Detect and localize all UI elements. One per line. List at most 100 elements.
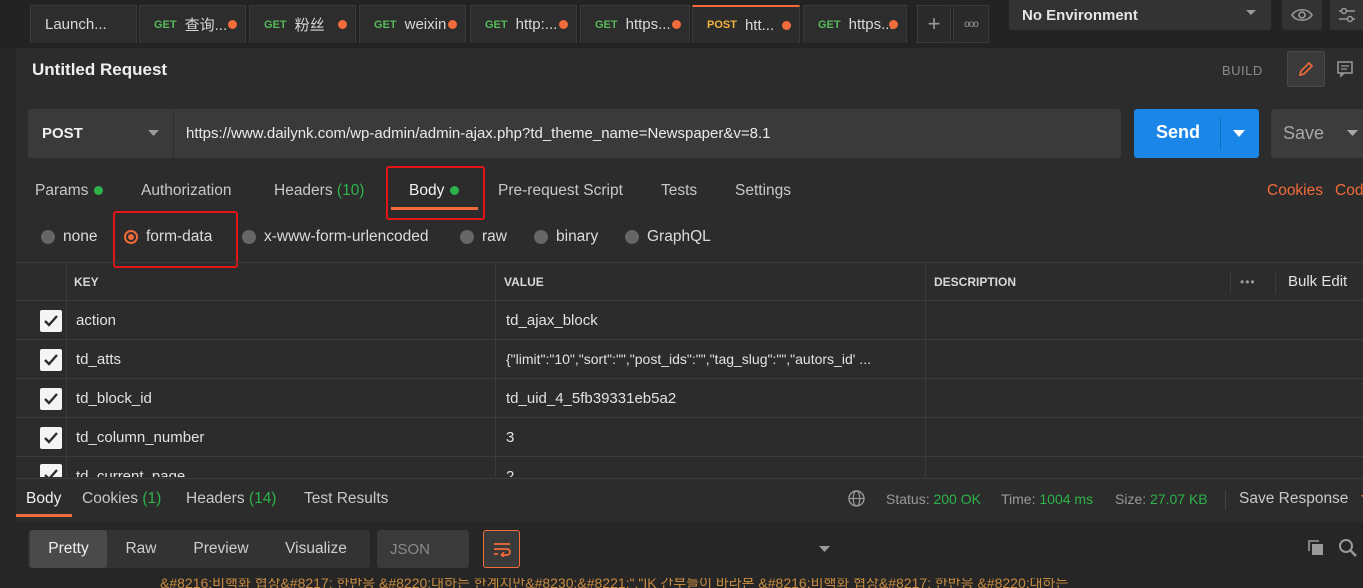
response-body[interactable]: &#8216;비핵화 협상&#8217; 한반응 &#8220;대하는 한계지만… bbox=[0, 578, 1363, 588]
response-tab-cookies[interactable]: Cookies (1) bbox=[82, 490, 161, 508]
radio-graphql[interactable]: GraphQL bbox=[625, 228, 711, 246]
tab-request[interactable]: GET 查询... bbox=[139, 5, 246, 43]
wrap-lines-button[interactable] bbox=[483, 530, 520, 568]
table-row: action td_ajax_block bbox=[16, 301, 1363, 340]
tab-tests[interactable]: Tests bbox=[661, 182, 697, 200]
more-horizontal-icon: ooo bbox=[964, 18, 979, 30]
send-button[interactable]: Send bbox=[1134, 109, 1259, 158]
radio-none[interactable]: none bbox=[41, 228, 97, 246]
radio-raw[interactable]: raw bbox=[460, 228, 507, 246]
new-tab-button[interactable]: + bbox=[917, 5, 951, 43]
tab-launchpad[interactable]: Launch... bbox=[30, 5, 137, 43]
tab-headers[interactable]: Headers (10) bbox=[274, 182, 364, 200]
format-tab-visualize[interactable]: Visualize bbox=[272, 530, 360, 568]
key-cell[interactable]: td_block_id bbox=[68, 379, 496, 417]
tab-request[interactable]: GET weixin bbox=[359, 5, 466, 43]
tab-label: https... bbox=[848, 16, 894, 33]
row-checkbox[interactable] bbox=[40, 464, 62, 477]
radio-binary[interactable]: binary bbox=[534, 228, 598, 246]
row-checkbox[interactable] bbox=[40, 310, 62, 332]
response-body-text: &#8216;비핵화 협상&#8217; 한반응 &#8220;대하는 한계지만… bbox=[160, 578, 1069, 588]
form-data-table: KEY VALUE DESCRIPTION ••• Bulk Edit acti… bbox=[16, 262, 1363, 477]
row-checkbox[interactable] bbox=[40, 427, 62, 449]
copy-icon[interactable] bbox=[1307, 539, 1325, 557]
radio-x-www-form-urlencoded[interactable]: x-www-form-urlencoded bbox=[242, 228, 429, 246]
bulk-edit-link[interactable]: Bulk Edit bbox=[1280, 263, 1363, 300]
active-tab-underline bbox=[16, 514, 72, 517]
tab-settings[interactable]: Settings bbox=[735, 182, 791, 200]
tab-method: GET bbox=[485, 18, 508, 31]
edit-button[interactable] bbox=[1287, 51, 1325, 87]
response-tab-test-results[interactable]: Test Results bbox=[304, 490, 388, 508]
value-cell[interactable]: 3 bbox=[498, 418, 926, 456]
comments-button[interactable] bbox=[1327, 51, 1363, 87]
key-cell[interactable]: td_current_page bbox=[68, 457, 496, 478]
check-icon bbox=[44, 469, 58, 477]
tab-request[interactable]: GET https... bbox=[580, 5, 690, 43]
row-checkbox[interactable] bbox=[40, 388, 62, 410]
tab-request[interactable]: GET https... bbox=[803, 5, 907, 43]
tab-options-button[interactable]: ooo bbox=[953, 5, 989, 43]
tab-request[interactable]: GET http:... bbox=[470, 5, 577, 43]
radio-circle bbox=[534, 230, 548, 244]
url-input[interactable]: https://www.dailynk.com/wp-admin/admin-a… bbox=[174, 109, 1121, 158]
unsaved-dot bbox=[228, 20, 237, 29]
format-tab-pretty[interactable]: Pretty bbox=[30, 530, 107, 568]
status-readout: Status: 200 OK bbox=[886, 491, 981, 507]
highlight-box bbox=[113, 211, 238, 268]
tab-label: Headers bbox=[186, 490, 245, 507]
code-link[interactable]: Code bbox=[1335, 182, 1363, 200]
key-cell[interactable]: action bbox=[68, 301, 496, 339]
cookies-link[interactable]: Cookies bbox=[1267, 182, 1323, 200]
more-horizontal-icon[interactable]: ••• bbox=[1232, 263, 1272, 300]
eye-icon bbox=[1291, 8, 1313, 22]
tab-label: http:... bbox=[515, 16, 558, 33]
response-tab-headers[interactable]: Headers (14) bbox=[186, 490, 276, 508]
key-cell[interactable]: td_column_number bbox=[68, 418, 496, 456]
value-cell[interactable]: td_ajax_block bbox=[498, 301, 926, 339]
value-cell[interactable]: td_uid_4_5fb39331eb5a2 bbox=[498, 379, 926, 417]
tab-request-active[interactable]: POST htt... bbox=[692, 5, 800, 43]
value-cell[interactable]: {"limit":"10","sort":"","post_ids":"","t… bbox=[498, 340, 926, 378]
column-divider bbox=[66, 262, 67, 477]
plus-icon: + bbox=[927, 11, 941, 36]
row-checkbox[interactable] bbox=[40, 349, 62, 371]
search-icon[interactable] bbox=[1338, 538, 1358, 558]
request-tab-bar: Launch... GET 查询... GET 粉丝 GET weixin GE… bbox=[0, 0, 1363, 48]
save-response-button[interactable]: Save Response bbox=[1239, 490, 1363, 508]
save-response-label: Save Response bbox=[1239, 490, 1349, 507]
table-header-row: KEY VALUE DESCRIPTION ••• Bulk Edit bbox=[16, 262, 1363, 301]
tab-method: GET bbox=[264, 18, 287, 31]
tab-params[interactable]: Params bbox=[35, 182, 104, 200]
size-label: Size: bbox=[1115, 491, 1147, 507]
comment-icon bbox=[1337, 61, 1353, 78]
environment-select[interactable]: No Environment bbox=[1009, 0, 1271, 30]
divider bbox=[1275, 271, 1276, 294]
chevron-down-icon[interactable] bbox=[1233, 130, 1245, 138]
manage-environments-button[interactable] bbox=[1330, 0, 1363, 30]
unsaved-dot bbox=[448, 20, 457, 29]
format-tab-preview[interactable]: Preview bbox=[180, 530, 262, 568]
tab-label: https... bbox=[625, 16, 671, 33]
tab-label: 粉丝 bbox=[294, 17, 325, 34]
radio-circle bbox=[41, 230, 55, 244]
method-select[interactable]: POST bbox=[28, 109, 173, 158]
tab-prerequest-script[interactable]: Pre-request Script bbox=[498, 182, 623, 200]
key-cell[interactable]: td_atts bbox=[68, 340, 496, 378]
environment-quick-look-button[interactable] bbox=[1282, 0, 1322, 30]
tab-label: Cookies bbox=[82, 490, 138, 507]
chevron-down-icon[interactable] bbox=[1347, 130, 1358, 137]
tab-authorization[interactable]: Authorization bbox=[141, 182, 231, 200]
language-select[interactable]: JSON bbox=[377, 530, 830, 568]
response-tab-body[interactable]: Body bbox=[26, 490, 61, 508]
globe-icon[interactable] bbox=[847, 489, 866, 508]
unsaved-dot bbox=[559, 20, 568, 29]
tab-request[interactable]: GET 粉丝 bbox=[249, 5, 356, 43]
value-cell[interactable]: 2 bbox=[498, 457, 926, 478]
format-tab-raw[interactable]: Raw bbox=[110, 530, 172, 568]
check-icon bbox=[44, 432, 58, 444]
save-button[interactable]: Save bbox=[1271, 109, 1363, 158]
sliders-icon bbox=[1338, 7, 1355, 23]
request-title[interactable]: Untitled Request bbox=[32, 60, 167, 80]
column-divider bbox=[925, 262, 926, 477]
